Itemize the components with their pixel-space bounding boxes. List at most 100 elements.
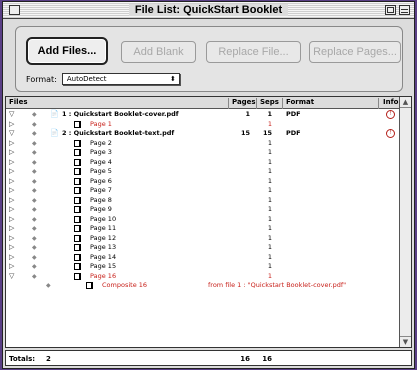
diamond-icon: ◆ — [32, 177, 37, 185]
page-name: Page 6 — [90, 176, 112, 185]
page-row[interactable]: ▷ ◆ Page 10 1 — [6, 215, 400, 225]
page-icon — [74, 120, 80, 128]
page-icon — [74, 196, 80, 204]
pdf-file-icon: 📄 — [50, 129, 59, 137]
file-row[interactable]: ▽ ◆ 📄 2 : Quickstart Booklet-text.pdf 15 15 PD… — [6, 129, 400, 139]
sep-count: 1 — [267, 262, 272, 270]
diamond-icon: ◆ — [32, 272, 37, 280]
page-icon — [74, 253, 80, 261]
page-row[interactable]: ▷ ◆ Page 8 1 — [6, 196, 400, 206]
page-count: 15 — [240, 129, 250, 137]
disclosure-collapsed-icon[interactable]: ▷ — [9, 243, 14, 253]
totals-label: Totals: — [9, 355, 36, 363]
diamond-icon: ◆ — [32, 120, 37, 128]
format-value: PDF — [286, 110, 301, 118]
page-name: Page 16 — [90, 271, 117, 280]
page-icon — [74, 187, 80, 194]
updown-arrows-icon: ⬍ — [170, 75, 176, 83]
page-name: Page 12 — [90, 233, 117, 242]
disclosure-collapsed-icon[interactable]: ▷ — [9, 196, 14, 206]
sep-count: 1 — [267, 271, 272, 280]
disclosure-collapsed-icon[interactable]: ▷ — [9, 177, 14, 187]
info-icon[interactable]: ! — [386, 110, 395, 119]
page-row[interactable]: ▷ ◆ Page 14 1 — [6, 253, 400, 263]
page-row[interactable]: ▷ ◆ Page 3 1 — [6, 148, 400, 158]
page-row[interactable]: ▷ ◆ Page 12 1 — [6, 234, 400, 244]
composite-source: from file 1 : "Quickstart Booklet-cover.… — [208, 281, 347, 289]
disclosure-collapsed-icon[interactable]: ▷ — [9, 186, 14, 196]
page-row[interactable]: ▷ ◆ Page 1 1 — [6, 120, 400, 130]
diamond-icon: ◆ — [32, 263, 37, 270]
totals-files: 2 — [46, 355, 51, 363]
file-row[interactable]: ▽ ◆ 📄 1 : Quickstart Booklet-cover.pdf 1 1 PDF… — [6, 110, 400, 120]
file-list: Files Pages Seps Format Info ▽ ◆ 📄 1 : Quic… — [5, 96, 412, 348]
diamond-icon: ◆ — [32, 244, 37, 251]
page-icon — [74, 149, 80, 156]
page-row[interactable]: ▷ ◆ Page 15 1 — [6, 262, 400, 272]
sep-count: 1 — [267, 176, 272, 185]
format-select-value: AutoDetect — [66, 75, 107, 83]
scroll-down-icon[interactable]: ▼ — [400, 336, 411, 347]
disclosure-collapsed-icon[interactable]: ▷ — [9, 253, 14, 263]
disclosure-collapsed-icon[interactable]: ▷ — [9, 158, 14, 168]
title-bar[interactable]: File List: QuickStart Booklet — [3, 2, 414, 19]
disclosure-collapsed-icon[interactable]: ▷ — [9, 224, 14, 234]
disclosure-collapsed-icon[interactable]: ▷ — [9, 148, 14, 158]
add-files-button[interactable]: Add Files... — [26, 37, 108, 65]
replace-file-button[interactable]: Replace File... — [206, 41, 301, 63]
disclosure-collapsed-icon[interactable]: ▷ — [9, 215, 14, 225]
format-select[interactable]: AutoDetect ⬍ — [61, 73, 180, 85]
scroll-up-icon[interactable]: ▲ — [400, 97, 411, 108]
format-value: PDF — [286, 129, 301, 137]
page-row[interactable]: ▷ ◆ Page 4 1 — [6, 158, 400, 168]
page-icon — [74, 244, 80, 251]
replace-pages-button[interactable]: Replace Pages... — [309, 41, 401, 63]
page-name: Page 13 — [90, 243, 117, 251]
page-name: Page 2 — [90, 138, 112, 147]
disclosure-expanded-icon[interactable]: ▽ — [9, 272, 14, 282]
diamond-icon: ◆ — [32, 111, 37, 118]
page-name: Page 9 — [90, 205, 112, 213]
col-seps[interactable]: Seps — [260, 98, 279, 106]
col-files[interactable]: Files — [9, 98, 28, 106]
page-name: Page 5 — [90, 167, 112, 175]
add-blank-button[interactable]: Add Blank — [121, 41, 196, 63]
vertical-scrollbar[interactable]: ▲ ▼ — [399, 97, 411, 347]
totals-seps: 16 — [262, 355, 272, 363]
sep-count: 1 — [267, 138, 272, 147]
col-info[interactable]: Info — [383, 98, 398, 106]
disclosure-collapsed-icon[interactable]: ▷ — [9, 262, 14, 272]
page-name: Page 11 — [90, 224, 117, 232]
page-name: Page 8 — [90, 195, 112, 204]
rows-container: ▽ ◆ 📄 1 : Quickstart Booklet-cover.pdf 1 1 PDF… — [6, 110, 400, 291]
zoom-box[interactable] — [385, 5, 396, 15]
page-row[interactable]: ▷ ◆ Page 2 1 — [6, 139, 400, 149]
composite-row[interactable]: ◆ Composite 16 from file 1 : "Quickstart B… — [6, 281, 400, 291]
disclosure-collapsed-icon[interactable]: ▷ — [9, 167, 14, 177]
col-pages[interactable]: Pages — [232, 98, 256, 106]
diamond-icon: ◆ — [32, 234, 37, 242]
page-row[interactable]: ▷ ◆ Page 7 1 — [6, 186, 400, 196]
page-name: Page 15 — [90, 262, 117, 270]
disclosure-collapsed-icon[interactable]: ▷ — [9, 234, 14, 244]
disclosure-expanded-icon[interactable]: ▽ — [9, 129, 14, 139]
format-row: Format: AutoDetect ⬍ — [26, 72, 180, 86]
page-row[interactable]: ▷ ◆ Page 9 1 — [6, 205, 400, 215]
page-row[interactable]: ▷ ◆ Page 13 1 — [6, 243, 400, 253]
file-name: 2 : Quickstart Booklet-text.pdf — [62, 129, 175, 137]
page-row[interactable]: ▷ ◆ Page 11 1 — [6, 224, 400, 234]
info-icon[interactable]: ! — [386, 129, 395, 138]
diamond-icon: ◆ — [32, 130, 37, 137]
collapse-box[interactable] — [399, 5, 410, 15]
diamond-icon: ◆ — [32, 168, 37, 175]
disclosure-collapsed-icon[interactable]: ▷ — [9, 205, 14, 215]
page-row[interactable]: ▽ ◆ Page 16 1 — [6, 272, 400, 282]
page-icon — [74, 263, 80, 270]
page-row[interactable]: ▷ ◆ Page 5 1 — [6, 167, 400, 177]
page-icon — [74, 225, 80, 232]
disclosure-expanded-icon[interactable]: ▽ — [9, 110, 14, 120]
disclosure-collapsed-icon[interactable]: ▷ — [9, 139, 14, 149]
col-format[interactable]: Format — [286, 98, 314, 106]
page-row[interactable]: ▷ ◆ Page 6 1 — [6, 177, 400, 187]
disclosure-collapsed-icon[interactable]: ▷ — [9, 120, 14, 130]
